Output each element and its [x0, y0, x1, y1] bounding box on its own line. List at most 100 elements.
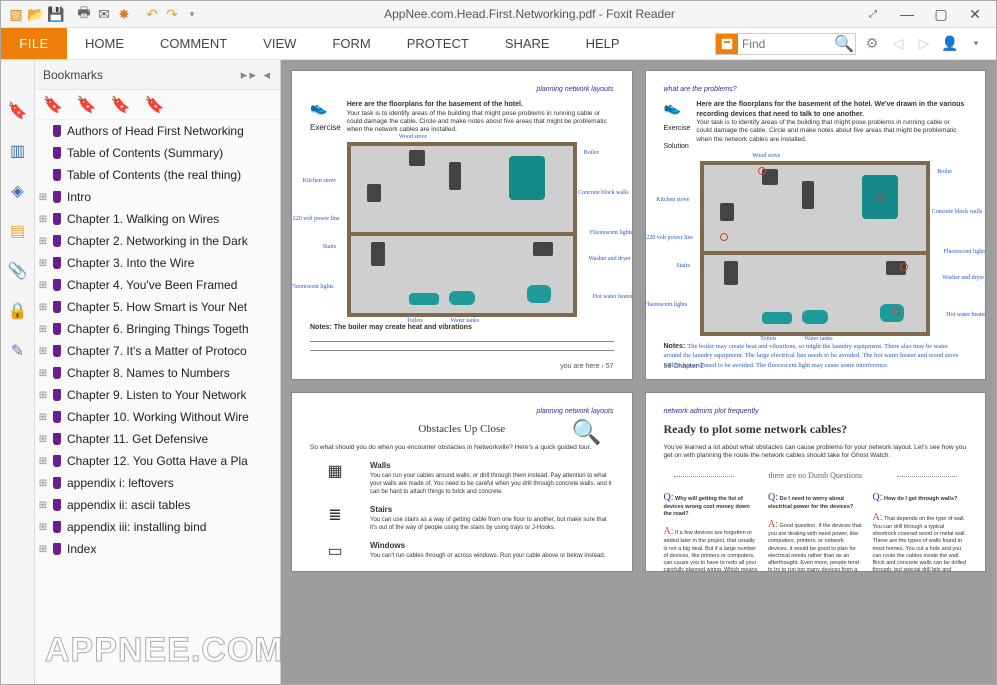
quick-access-toolbar: ▧ 📂 💾 🖶 ✉ ✸ ↶ ↷ ▾ [1, 5, 201, 23]
pages-rail-icon[interactable]: ▥ [7, 140, 29, 162]
bm-expand-icon[interactable]: 🔖 [77, 95, 97, 115]
bookmarks-tree[interactable]: Authors of Head First NetworkingTable of… [35, 120, 280, 684]
open-icon[interactable]: 📂 [27, 5, 45, 23]
bookmark-label: Chapter 9. Listen to Your Network [67, 388, 246, 402]
bookmark-item[interactable]: ⊞appendix iii: installing bind [35, 516, 280, 538]
bookmark-item[interactable]: Table of Contents (the real thing) [35, 164, 280, 186]
expander-icon[interactable]: ⊞ [37, 456, 49, 467]
undo-icon[interactable]: ↶ [143, 5, 161, 23]
tab-view[interactable]: VIEW [245, 28, 314, 59]
search-scope-icon[interactable] [716, 34, 738, 54]
page-viewer[interactable]: planning network layouts 👟Exercise Here … [281, 60, 996, 684]
bookmarks-collapse-icon[interactable]: ▸▸ ◂ [241, 67, 272, 83]
expander-icon[interactable]: ⊞ [37, 192, 49, 203]
bookmark-item[interactable]: ⊞ Index [35, 538, 280, 560]
bookmark-icon [49, 410, 63, 424]
new-icon[interactable]: ✸ [115, 5, 133, 23]
bookmark-item[interactable]: ⊞Chapter 11. Get Defensive [35, 428, 280, 450]
save-icon[interactable]: 💾 [47, 5, 65, 23]
tab-form[interactable]: FORM [314, 28, 388, 59]
bookmark-icon [49, 300, 63, 314]
magnifier-icon: 🔍 [572, 417, 602, 448]
expander-icon[interactable]: ⊞ [37, 236, 49, 247]
nav-prev-icon[interactable]: ◁ [888, 34, 908, 54]
bookmark-item[interactable]: ⊞Chapter 7. It's a Matter of Protoco [35, 340, 280, 362]
expander-icon[interactable]: ⊞ [37, 258, 49, 269]
qat-dropdown-icon[interactable]: ▾ [183, 5, 201, 23]
ribbon: FILE HOME COMMENT VIEW FORM PROTECT SHAR… [1, 28, 996, 60]
tab-help[interactable]: HELP [568, 28, 638, 59]
user-icon[interactable]: 👤 [940, 34, 960, 54]
bm-collapse-icon[interactable]: 🔖 [111, 95, 131, 115]
search-icon[interactable]: 🔍 [833, 34, 855, 54]
bookmark-item[interactable]: Authors of Head First Networking [35, 120, 280, 142]
bookmark-item[interactable]: ⊞Chapter 6. Bringing Things Togeth [35, 318, 280, 340]
bookmarks-rail-icon[interactable]: 🔖 [7, 100, 29, 122]
bookmark-item[interactable]: ⊞Chapter 2. Networking in the Dark [35, 230, 280, 252]
bookmark-item[interactable]: ⊞Chapter 12. You Gotta Have a Pla [35, 450, 280, 472]
search-box[interactable]: 🔍 [715, 33, 856, 55]
expander-icon[interactable]: ⊞ [37, 214, 49, 225]
obstacle-text: StairsYou can use stairs as a way of get… [370, 505, 614, 533]
maximize-button[interactable]: ▢ [926, 4, 956, 24]
bookmark-icon [49, 278, 63, 292]
nav-next-icon[interactable]: ▷ [914, 34, 934, 54]
expander-icon[interactable]: ⊞ [37, 434, 49, 445]
bookmark-label: appendix i: leftovers [67, 476, 174, 490]
bookmark-item[interactable]: Table of Contents (Summary) [35, 142, 280, 164]
search-input[interactable] [738, 37, 833, 51]
bookmark-item[interactable]: ⊞appendix ii: ascii tables [35, 494, 280, 516]
expander-icon[interactable]: ⊞ [37, 346, 49, 357]
user-dropdown-icon[interactable]: ▾ [966, 34, 986, 54]
gear-icon[interactable]: ⚙ [862, 34, 882, 54]
app-menu-icon[interactable]: ▧ [7, 5, 25, 23]
bookmark-item[interactable]: ⊞Chapter 10. Working Without Wire [35, 406, 280, 428]
bookmark-item[interactable]: ⊞Chapter 4. You've Been Framed [35, 274, 280, 296]
expander-icon[interactable]: ⊞ [37, 544, 49, 555]
comments-rail-icon[interactable]: ▤ [7, 220, 29, 242]
exercise-icon: 👟Exercise [310, 100, 341, 136]
bookmark-icon [49, 366, 63, 380]
signatures-rail-icon[interactable]: ✎ [7, 340, 29, 362]
bookmark-icon [49, 344, 63, 358]
tab-comment[interactable]: COMMENT [142, 28, 245, 59]
bm-add-icon[interactable]: 🔖 [43, 95, 63, 115]
bookmark-item[interactable]: ⊞ Chapter 5. How Smart is Your Net [35, 296, 280, 318]
layers-rail-icon[interactable]: ◈ [7, 180, 29, 202]
print-icon[interactable]: 🖶 [75, 5, 93, 23]
bookmark-label: Chapter 5. How Smart is Your Net [67, 300, 247, 314]
expander-icon[interactable]: ⊞ [37, 522, 49, 533]
security-rail-icon[interactable]: 🔒 [7, 300, 29, 322]
minimize-button[interactable]: — [892, 4, 922, 24]
tab-share[interactable]: SHARE [487, 28, 568, 59]
bookmark-label: Chapter 8. Names to Numbers [67, 366, 230, 380]
bookmark-item[interactable]: ⊞Intro [35, 186, 280, 208]
expander-icon[interactable]: ⊞ [37, 324, 49, 335]
expander-icon[interactable]: ⊞ [37, 302, 49, 313]
tab-home[interactable]: HOME [67, 28, 142, 59]
expander-icon[interactable]: ⊞ [37, 500, 49, 511]
window-title: AppNee.com.Head.First.Networking.pdf - F… [201, 7, 858, 21]
bookmark-item[interactable]: ⊞ appendix i: leftovers [35, 472, 280, 494]
bm-goto-icon[interactable]: 🔖 [145, 95, 165, 115]
qa-column: Q: Do I need to worry about electrical p… [768, 491, 863, 572]
collapse-ribbon-icon[interactable]: ⤢ [858, 4, 888, 24]
page-58: what are the problems? 👟Exercise Solutio… [645, 70, 987, 380]
bookmark-item[interactable]: ⊞Chapter 3. Into the Wire [35, 252, 280, 274]
tab-file[interactable]: FILE [1, 28, 67, 59]
bookmark-item[interactable]: ⊞Chapter 1. Walking on Wires [35, 208, 280, 230]
bookmark-label: Index [67, 542, 96, 556]
bookmark-item[interactable]: ⊞ Chapter 8. Names to Numbers [35, 362, 280, 384]
close-button[interactable]: ✕ [960, 4, 990, 24]
expander-icon[interactable]: ⊞ [37, 368, 49, 379]
expander-icon[interactable]: ⊞ [37, 478, 49, 489]
email-icon[interactable]: ✉ [95, 5, 113, 23]
bookmark-item[interactable]: ⊞ Chapter 9. Listen to Your Network [35, 384, 280, 406]
tab-protect[interactable]: PROTECT [389, 28, 487, 59]
bookmarks-title: Bookmarks [43, 68, 241, 82]
expander-icon[interactable]: ⊞ [37, 412, 49, 423]
expander-icon[interactable]: ⊞ [37, 280, 49, 291]
expander-icon[interactable]: ⊞ [37, 390, 49, 401]
redo-icon[interactable]: ↷ [163, 5, 181, 23]
attachments-rail-icon[interactable]: 📎 [7, 260, 29, 282]
